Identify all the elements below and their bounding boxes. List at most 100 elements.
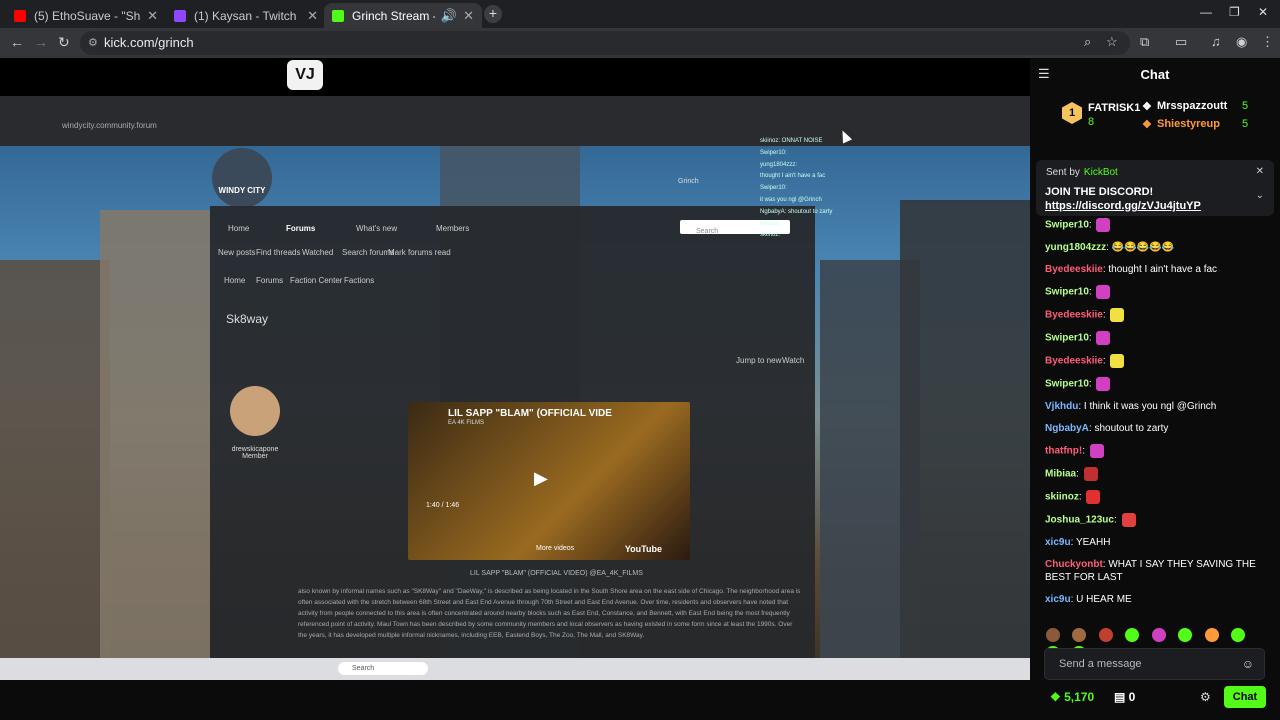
separator: : — [1088, 332, 1095, 344]
back-icon[interactable]: ← — [10, 34, 24, 50]
overlay-chat: skiinoz: ONNAT NOISE Swiper10: yung1804z… — [760, 136, 890, 336]
menu-icon[interactable]: ⋮ — [1261, 34, 1274, 50]
leader-name[interactable]: Mrsspazzoutt — [1157, 100, 1227, 112]
chat-input[interactable] — [1045, 649, 1235, 679]
leader-icon: ❖ — [1142, 119, 1152, 131]
chat-message: Joshua_123uc: — [1045, 513, 1273, 527]
quick-emote[interactable] — [1231, 627, 1246, 642]
reload-icon[interactable]: ↻ — [58, 34, 70, 51]
quick-emote[interactable] — [1046, 627, 1060, 642]
quick-emote[interactable] — [1178, 627, 1193, 642]
quick-emote[interactable] — [1072, 627, 1087, 642]
chat-username[interactable]: yung1804zzz — [1045, 242, 1106, 253]
new-tab-button[interactable]: + — [484, 5, 502, 23]
minimize-icon[interactable]: — — [1200, 5, 1212, 19]
media-icon[interactable]: ♫ — [1211, 34, 1221, 49]
chat-username[interactable]: thatfnp! — [1045, 446, 1082, 457]
address-bar[interactable]: ⚙ kick.com/grinch — [80, 31, 1130, 55]
emote-icon — [1083, 467, 1098, 481]
maximize-icon[interactable]: ❐ — [1229, 5, 1240, 19]
chat-message: xic9u: U HEAR ME — [1045, 593, 1273, 606]
thread-title: Sk8way — [226, 312, 269, 326]
quick-emote[interactable] — [1098, 627, 1113, 642]
chat-username[interactable]: xic9u — [1045, 594, 1071, 605]
chat-username[interactable]: xic9u — [1045, 537, 1071, 548]
chevron-down-icon[interactable]: ⌄ — [1256, 190, 1264, 201]
breadcrumb-item: Factions — [344, 276, 375, 285]
chat-username[interactable]: Chuckyonbt — [1045, 559, 1103, 570]
youtube-embed: LIL SAPP "BLAM" (OFFICIAL VIDE EA 4K FIL… — [408, 402, 690, 560]
emote-icon — [1089, 444, 1104, 458]
forum-body: also known by informal names such as "SK… — [298, 588, 801, 639]
quick-emote[interactable] — [1125, 627, 1140, 642]
stream-video[interactable]: VJ windycity.community.forum WINDY CITY … — [0, 58, 1030, 680]
chat-username[interactable]: Joshua_123uc — [1045, 515, 1114, 526]
quick-emote[interactable] — [1151, 627, 1166, 642]
separator: : — [1113, 514, 1120, 526]
emote-icon — [1096, 377, 1111, 391]
tab-twitch[interactable]: (1) Kaysan - Twitch ✕ — [166, 3, 326, 28]
chat-settings-icon[interactable]: ⚙ — [1200, 690, 1211, 704]
emote-picker-icon[interactable]: ☺ — [1242, 657, 1254, 671]
speaker-icon[interactable]: 🔊 — [441, 8, 457, 24]
chat-username[interactable]: Swiper10 — [1045, 333, 1089, 344]
emote-icon — [1110, 354, 1125, 368]
inner-taskbar: Search — [0, 658, 1030, 680]
chat-text: I think it was you ngl @Grinch — [1083, 401, 1217, 412]
emote-icon — [1121, 513, 1136, 527]
chat-username[interactable]: Byedeeskiie — [1045, 356, 1103, 367]
send-chat-button[interactable]: Chat — [1224, 686, 1266, 708]
chat-username[interactable]: Vjkhdu — [1045, 401, 1078, 412]
poster-name: drewskicapone — [231, 446, 279, 453]
tab-ethosuave[interactable]: (5) EthoSuave - "Sharp Pain ✕ — [6, 3, 166, 28]
forum-tab: Members — [436, 224, 470, 233]
stream-screen: windycity.community.forum WINDY CITY Gri… — [0, 96, 1030, 680]
chat-username[interactable]: NgbabyA — [1045, 423, 1089, 434]
zoom-icon[interactable]: ⌕ — [1084, 34, 1091, 50]
chat-title: Chat — [1140, 67, 1170, 82]
close-icon[interactable]: ✕ — [307, 8, 318, 24]
hide-pin-icon[interactable]: ✕ — [1256, 166, 1264, 177]
quick-emote[interactable] — [1204, 627, 1219, 642]
sidepanel-icon[interactable]: ▭ — [1175, 34, 1187, 50]
chat-message: Swiper10: — [1045, 218, 1273, 232]
chat-username[interactable]: Swiper10 — [1045, 379, 1089, 390]
overlay-line: NgbabyA: shoutout to zarty — [760, 208, 833, 215]
chat-username[interactable]: Byedeeskiie — [1045, 310, 1103, 321]
subnav-item: New posts — [218, 248, 256, 257]
leader-name[interactable]: FATRISK1 — [1088, 102, 1140, 114]
leader-count: 5 — [1242, 118, 1249, 130]
chat-message: yung1804zzz: 😂😂😂😂😂 — [1045, 241, 1273, 254]
tab-grinch[interactable]: Grinch Stream - Watch Live 🔊 ✕ — [324, 3, 482, 28]
close-icon[interactable]: ✕ — [147, 8, 158, 24]
sent-by-label: Sent by — [1046, 167, 1080, 178]
chat-username[interactable]: Byedeeskiie — [1045, 264, 1103, 275]
chat-username[interactable]: skiinoz — [1045, 492, 1079, 503]
close-icon[interactable]: ✕ — [463, 8, 474, 24]
leader-name[interactable]: Shiestyreup — [1157, 118, 1220, 130]
chat-message: xic9u: YEAHH — [1045, 536, 1273, 549]
profile-icon[interactable]: ◉ — [1236, 34, 1247, 50]
chat-username[interactable]: Swiper10 — [1045, 287, 1089, 298]
forward-icon[interactable]: → — [34, 34, 48, 50]
chat-message: NgbabyA: shoutout to zarty — [1045, 422, 1273, 435]
chat-message: Byedeeskiie: — [1045, 308, 1273, 322]
twitch-icon — [174, 9, 186, 22]
discord-link[interactable]: https://discord.gg/zVJu4jtuYP — [1045, 200, 1201, 212]
emote-icon — [1096, 218, 1111, 232]
chat-username[interactable]: Mibiaa — [1045, 469, 1076, 480]
extensions-icon[interactable]: ⧉ — [1140, 34, 1149, 50]
overlay-line: skiinoz: — [760, 232, 781, 239]
chat-username[interactable]: Swiper10 — [1045, 220, 1089, 231]
site-info-icon[interactable]: ⚙ — [88, 31, 98, 55]
channel-points[interactable]: ❖ 5,170 — [1050, 690, 1094, 704]
yt-channel: EA 4K FILMS — [448, 420, 485, 426]
bookmark-star-icon[interactable]: ☆ — [1106, 34, 1118, 50]
pinned-text: JOIN THE DISCORD! — [1045, 186, 1154, 198]
close-window-icon[interactable]: ✕ — [1258, 5, 1268, 19]
gift-leaderboard: 1 FATRISK1 8 ❖ Mrsspazzoutt 5 ❖ Shiestyr… — [1030, 92, 1280, 148]
gift-count[interactable]: ▤ 0 — [1114, 690, 1135, 704]
chat-message: skiinoz: — [1045, 490, 1273, 504]
chat-message: thatfnp!: — [1045, 444, 1273, 458]
rank-badge: 1 — [1062, 102, 1082, 124]
